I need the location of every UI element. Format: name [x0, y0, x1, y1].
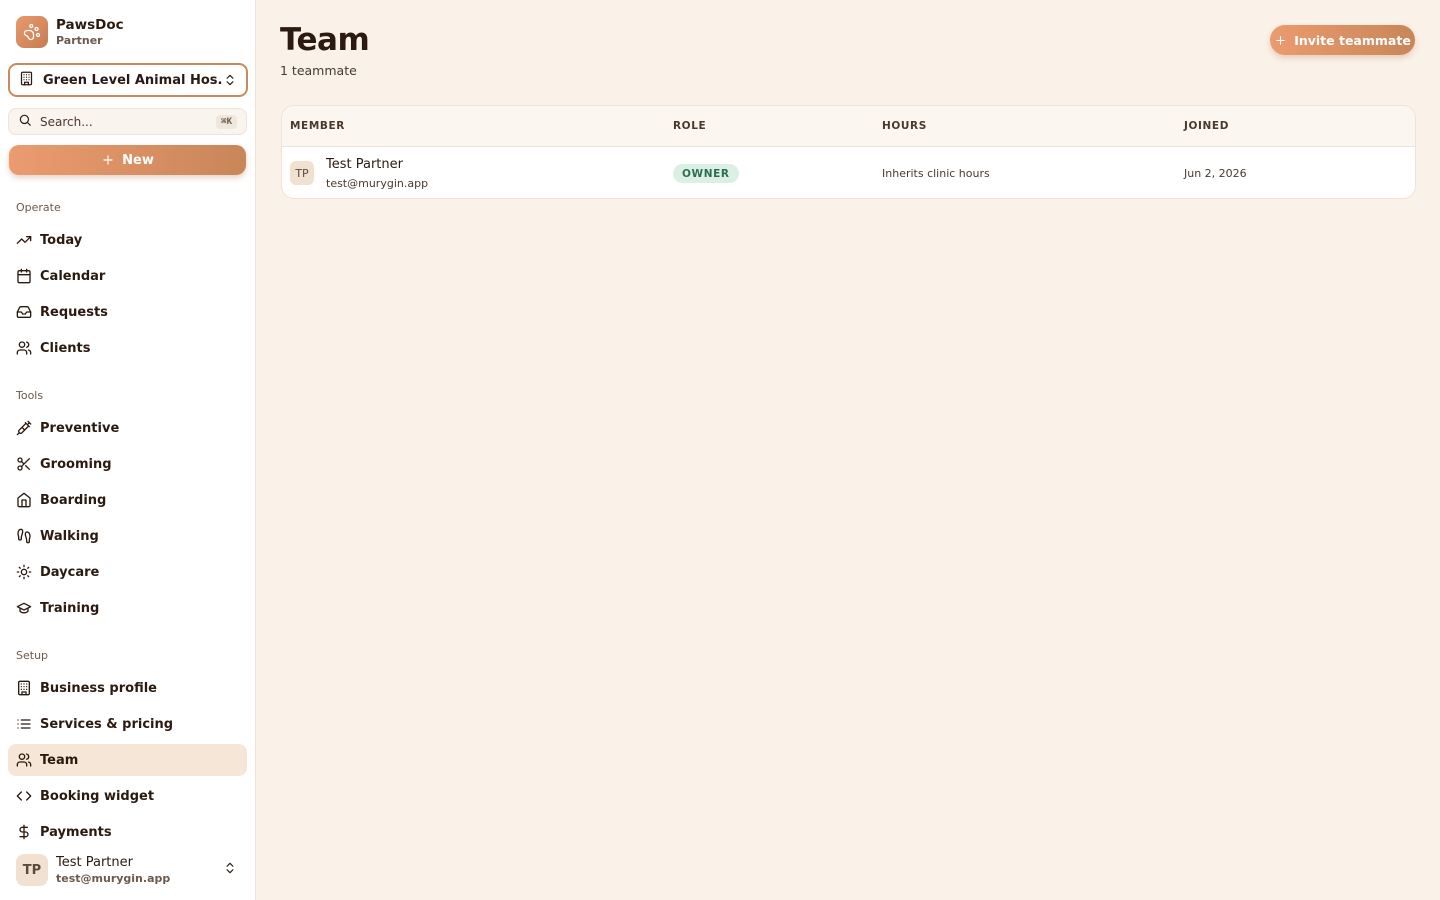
member-avatar: TP — [290, 161, 314, 185]
sidebar-item-label: Preventive — [40, 420, 120, 436]
section-label-setup: Setup — [16, 649, 49, 662]
footprints-icon — [16, 528, 32, 544]
invite-teammate-label: Invite teammate — [1294, 32, 1411, 48]
sidebar-item-requests[interactable]: Requests — [8, 296, 247, 328]
sidebar-item-label: Business profile — [40, 680, 157, 696]
section-label-operate: Operate — [16, 201, 61, 214]
plus-icon — [1274, 34, 1287, 47]
list-icon — [16, 716, 32, 732]
building-icon — [16, 680, 32, 696]
sidebar-item-label: Today — [40, 232, 83, 248]
sidebar: PawsDoc Partner Green Level Animal Hos..… — [0, 0, 256, 900]
search-input[interactable]: Search... ⌘K — [8, 108, 247, 135]
column-header-member: MEMBER — [290, 120, 345, 132]
invite-teammate-button[interactable]: Invite teammate — [1270, 25, 1415, 55]
sidebar-item-preventive[interactable]: Preventive — [8, 412, 247, 444]
sidebar-item-label: Grooming — [40, 456, 112, 472]
sidebar-item-daycare[interactable]: Daycare — [8, 556, 247, 588]
brand-name: PawsDoc — [56, 16, 124, 33]
clinic-selector[interactable]: Green Level Animal Hos... — [8, 63, 248, 97]
sidebar-item-training[interactable]: Training — [8, 592, 247, 624]
users-icon — [16, 752, 32, 768]
sidebar-item-walking[interactable]: Walking — [8, 520, 247, 552]
graduation-cap-icon — [16, 600, 32, 616]
search-icon — [18, 112, 32, 131]
brand[interactable]: PawsDoc Partner — [16, 16, 124, 48]
member-name: Test Partner — [326, 157, 403, 172]
sidebar-item-clients[interactable]: Clients — [8, 332, 247, 364]
column-header-joined: JOINED — [1184, 120, 1230, 132]
sidebar-item-label: Payments — [40, 824, 112, 840]
sidebar-item-label: Training — [40, 600, 100, 616]
calendar-icon — [16, 268, 32, 284]
sidebar-item-label: Services & pricing — [40, 716, 174, 732]
member-joined-date: Jun 2, 2026 — [1184, 167, 1247, 180]
member-hours: Inherits clinic hours — [882, 167, 990, 180]
section-label-tools: Tools — [16, 389, 44, 402]
sidebar-item-label: Team — [40, 752, 79, 768]
syringe-icon — [16, 420, 32, 436]
sidebar-item-grooming[interactable]: Grooming — [8, 448, 247, 480]
chevrons-up-down-icon — [223, 72, 237, 88]
sidebar-item-label: Boarding — [40, 492, 107, 508]
new-button-label: New — [122, 152, 154, 168]
page-title: Team — [280, 22, 370, 58]
user-menu[interactable]: TP Test Partner test@murygin.app — [0, 840, 255, 900]
paw-icon — [16, 16, 48, 48]
search-placeholder: Search... — [40, 114, 93, 129]
building-icon — [19, 71, 34, 90]
scissors-icon — [16, 456, 32, 472]
sidebar-item-today[interactable]: Today — [8, 224, 247, 256]
role-badge: OWNER — [673, 164, 739, 183]
users-icon — [16, 340, 32, 356]
home-icon — [16, 492, 32, 508]
trending-up-icon — [16, 232, 32, 248]
table-row[interactable]: TP Test Partner test@murygin.app OWNER I… — [282, 147, 1415, 198]
plus-icon — [101, 153, 115, 167]
user-email: test@murygin.app — [56, 871, 171, 885]
clinic-selector-label: Green Level Animal Hos... — [43, 72, 223, 88]
chevrons-up-down-icon — [223, 860, 237, 880]
sidebar-item-booking-widget[interactable]: Booking widget — [8, 780, 247, 812]
sidebar-item-calendar[interactable]: Calendar — [8, 260, 247, 292]
search-shortcut: ⌘K — [216, 114, 237, 129]
sidebar-item-label: Booking widget — [40, 788, 155, 804]
new-button[interactable]: New — [9, 145, 246, 175]
sidebar-item-label: Calendar — [40, 268, 106, 284]
code-icon — [16, 788, 32, 804]
table-header: MEMBER ROLE HOURS JOINED — [282, 106, 1415, 147]
sidebar-item-label: Requests — [40, 304, 108, 320]
column-header-role: ROLE — [673, 120, 707, 132]
brand-subtitle: Partner — [56, 33, 103, 47]
team-table: MEMBER ROLE HOURS JOINED TP Test Partner… — [281, 105, 1416, 199]
sidebar-item-label: Clients — [40, 340, 91, 356]
inbox-icon — [16, 304, 32, 320]
sidebar-item-label: Daycare — [40, 564, 100, 580]
sun-icon — [16, 564, 32, 580]
dollar-icon — [16, 824, 32, 840]
column-header-hours: HOURS — [882, 120, 927, 132]
sidebar-item-label: Walking — [40, 528, 99, 544]
sidebar-item-business-profile[interactable]: Business profile — [8, 672, 247, 704]
sidebar-item-boarding[interactable]: Boarding — [8, 484, 247, 516]
member-email: test@murygin.app — [326, 177, 429, 190]
sidebar-item-team[interactable]: Team — [8, 744, 247, 776]
teammate-count: 1 teammate — [280, 63, 357, 78]
avatar: TP — [16, 854, 48, 886]
user-name: Test Partner — [56, 854, 133, 870]
sidebar-item-services-pricing[interactable]: Services & pricing — [8, 708, 247, 740]
